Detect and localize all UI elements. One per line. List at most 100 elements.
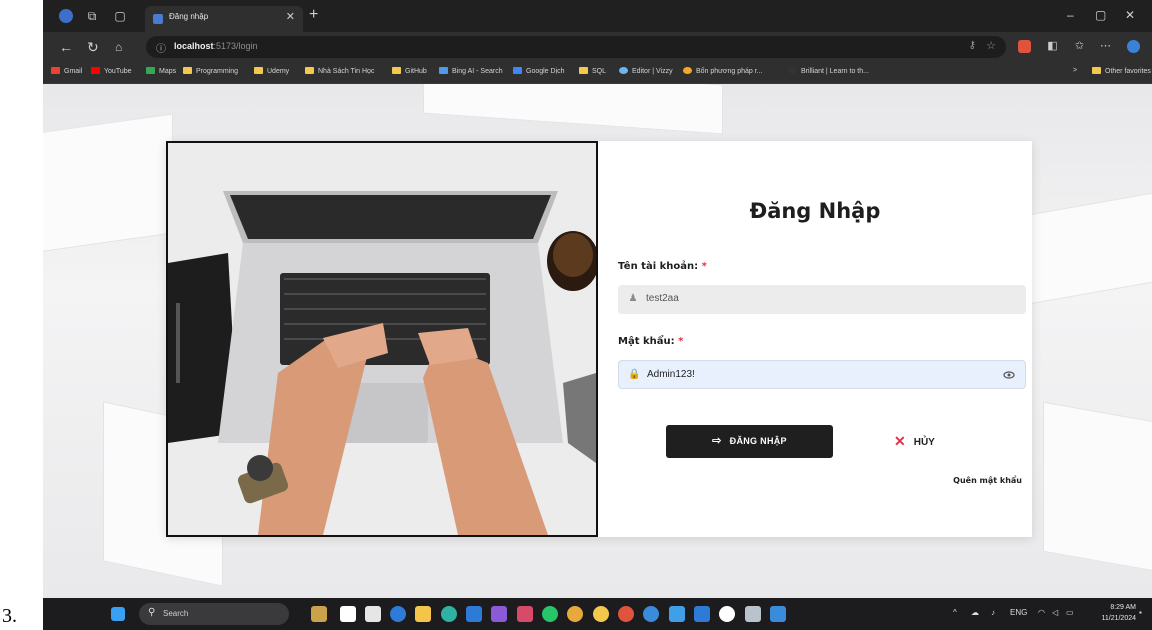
folder-icon bbox=[305, 67, 314, 74]
chrome-icon[interactable] bbox=[618, 606, 634, 622]
app-icon[interactable] bbox=[542, 606, 558, 622]
home-icon[interactable]: ⌂ bbox=[115, 40, 122, 54]
windows-start-icon[interactable] bbox=[111, 607, 125, 621]
bookmark-maps[interactable]: Maps bbox=[146, 67, 176, 75]
username-field[interactable]: ♟ test2aa bbox=[618, 285, 1026, 314]
favorite-star-icon[interactable]: ☆ bbox=[986, 39, 996, 52]
brilliant-icon bbox=[788, 67, 797, 74]
system-clock[interactable]: 8:29 AM 11/21/2024 bbox=[1101, 602, 1136, 624]
address-bar[interactable]: ⓘ localhost:5173/login ⚷ ☆ bbox=[146, 36, 1006, 58]
translate-icon bbox=[513, 67, 522, 74]
app-icon[interactable] bbox=[390, 606, 406, 622]
login-icon: ⇨ bbox=[712, 435, 722, 447]
bookmark-google-dich[interactable]: Google Dịch bbox=[513, 67, 565, 75]
tab-close-icon[interactable]: ✕ bbox=[286, 10, 295, 23]
tab-actions-icon[interactable]: ▢ bbox=[113, 9, 127, 23]
minimize-icon[interactable]: – bbox=[1067, 8, 1074, 22]
login-button[interactable]: ⇨ ĐĂNG NHẬP bbox=[666, 425, 833, 458]
more-icon[interactable]: ⋯ bbox=[1099, 40, 1112, 53]
close-icon: ✕ bbox=[894, 433, 906, 449]
edge-icon[interactable] bbox=[441, 606, 457, 622]
cloud-icon[interactable]: ☁ bbox=[971, 608, 979, 617]
url-text: localhost:5173/login bbox=[174, 41, 258, 51]
bookmark-bon-phuong-phap[interactable]: Bốn phương pháp r... bbox=[683, 67, 763, 75]
app-icon[interactable] bbox=[694, 606, 710, 622]
bookmark-bing[interactable]: Bing AI - Search bbox=[439, 67, 503, 75]
vscode-icon[interactable] bbox=[466, 606, 482, 622]
background-decoration bbox=[1043, 401, 1152, 577]
lock-icon: 🔒 bbox=[628, 369, 641, 380]
bookmarks-overflow-button[interactable]: > bbox=[1073, 67, 1077, 74]
bookmark-sql[interactable]: SQL bbox=[579, 67, 606, 75]
tab-login[interactable]: Đăng nhập ✕ bbox=[145, 6, 303, 32]
visual-studio-icon[interactable] bbox=[491, 606, 507, 622]
workspaces-icon[interactable]: ⧉ bbox=[85, 9, 99, 23]
bookmark-vizzy[interactable]: Editor | Vizzy bbox=[619, 67, 673, 75]
search-icon: ⚲ bbox=[148, 607, 156, 618]
site-info-icon[interactable]: ⓘ bbox=[156, 40, 166, 55]
folder-icon bbox=[1092, 67, 1101, 74]
app-icon[interactable] bbox=[340, 606, 356, 622]
vizzy-icon bbox=[619, 67, 628, 74]
extension-icon[interactable] bbox=[1018, 40, 1031, 53]
bookmark-icon bbox=[51, 67, 60, 74]
folder-icon bbox=[254, 67, 263, 74]
mic-icon[interactable]: ♪ bbox=[991, 608, 995, 617]
app-icon[interactable] bbox=[770, 606, 786, 622]
bookmark-programming[interactable]: Programming bbox=[183, 67, 238, 75]
login-form: Đăng Nhập Tên tài khoản: * ♟ test2aa Mật… bbox=[598, 141, 1032, 537]
battery-icon[interactable]: ▭ bbox=[1066, 608, 1074, 617]
file-explorer-icon[interactable] bbox=[415, 606, 431, 622]
username-label: Tên tài khoản: * bbox=[618, 261, 707, 272]
app-icon[interactable] bbox=[365, 606, 381, 622]
other-favorites[interactable]: Other favorites bbox=[1092, 67, 1151, 75]
bookmark-nha-sach[interactable]: Nhà Sách Tin Học bbox=[305, 67, 374, 75]
volume-icon[interactable]: ◁ bbox=[1052, 608, 1058, 617]
bookmark-youtube[interactable]: YouTube bbox=[91, 67, 132, 75]
tray-chevron-icon[interactable]: ^ bbox=[953, 608, 957, 617]
app-icon[interactable] bbox=[643, 606, 659, 622]
windows-taskbar: ⚲ Search ^ ☁ ♪ ENG ◠ ◁ ▭ 8:29 AM 11/21/2… bbox=[43, 598, 1152, 630]
show-password-icon[interactable] bbox=[1003, 369, 1015, 381]
username-value: test2aa bbox=[646, 293, 679, 304]
password-field[interactable]: 🔒 Admin123! bbox=[618, 360, 1026, 389]
app-icon[interactable] bbox=[669, 606, 685, 622]
bookmark-gmail[interactable]: Gmail bbox=[51, 67, 82, 75]
document-item-number: 3. bbox=[2, 605, 17, 627]
close-window-icon[interactable]: ✕ bbox=[1125, 8, 1135, 22]
key-icon[interactable]: ⚷ bbox=[969, 40, 976, 51]
app-icon[interactable] bbox=[311, 606, 327, 622]
app-icon[interactable] bbox=[517, 606, 533, 622]
maximize-icon[interactable]: ▢ bbox=[1095, 8, 1106, 22]
bookmark-github[interactable]: GitHub bbox=[392, 67, 427, 75]
youtube-icon bbox=[91, 67, 100, 74]
cancel-button[interactable]: ✕ HỦY bbox=[894, 425, 974, 458]
new-tab-button[interactable]: + bbox=[309, 6, 318, 24]
bookmark-brilliant[interactable]: Brilliant | Learn to th... bbox=[788, 67, 869, 75]
folder-icon bbox=[579, 67, 588, 74]
split-screen-icon[interactable]: ◧ bbox=[1046, 40, 1059, 53]
wifi-icon[interactable]: ◠ bbox=[1038, 608, 1045, 617]
back-icon[interactable]: ← bbox=[59, 39, 73, 55]
search-label: Search bbox=[163, 609, 189, 618]
required-marker: * bbox=[701, 261, 707, 272]
forgot-password-link[interactable]: Quên mật khẩu bbox=[953, 476, 1022, 485]
page-viewport: Đăng Nhập Tên tài khoản: * ♟ test2aa Mật… bbox=[43, 84, 1152, 598]
taskbar-search[interactable]: ⚲ Search bbox=[139, 603, 289, 625]
favorites-icon[interactable]: ✩ bbox=[1073, 40, 1086, 53]
clock-date: 11/21/2024 bbox=[1101, 615, 1136, 622]
language-indicator[interactable]: ENG bbox=[1010, 608, 1027, 617]
background-decoration bbox=[43, 113, 173, 255]
refresh-icon[interactable]: ↻ bbox=[87, 39, 99, 56]
chrome-icon[interactable] bbox=[567, 606, 583, 622]
favicon-icon bbox=[153, 14, 163, 24]
settings-icon[interactable] bbox=[745, 606, 761, 622]
bookmarks-bar: Gmail YouTube Maps Programming Udemy Nhà… bbox=[43, 62, 1152, 84]
notification-icon[interactable]: ▪ bbox=[1139, 608, 1142, 617]
copilot-icon[interactable] bbox=[1127, 40, 1140, 53]
bookmark-udemy[interactable]: Udemy bbox=[254, 67, 289, 75]
folder-icon bbox=[392, 67, 401, 74]
chrome-icon[interactable] bbox=[593, 606, 609, 622]
profile-icon[interactable] bbox=[59, 9, 73, 23]
app-icon[interactable] bbox=[719, 606, 735, 622]
